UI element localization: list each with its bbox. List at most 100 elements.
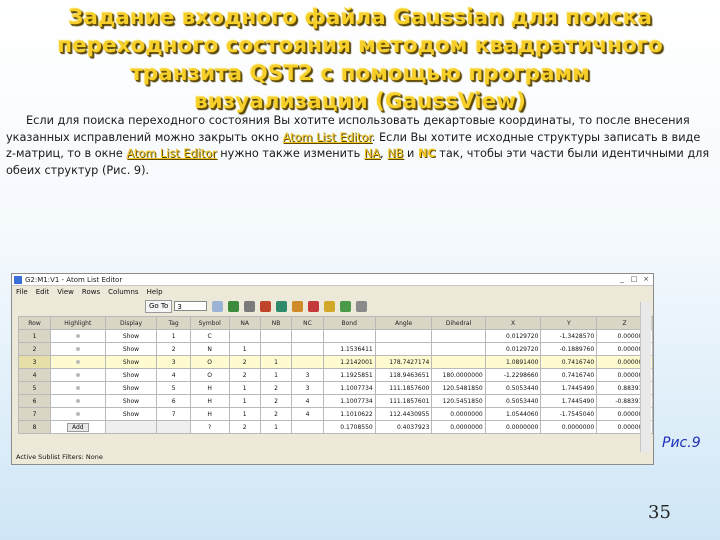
grid-cell[interactable]: 2 [259,394,293,408]
highlight-dot-icon[interactable] [75,411,80,416]
menu-edit[interactable]: Edit [36,288,50,296]
table-row[interactable]: 4 Show 4 O 2 1 3 1.1925851 118.9463651 180.000000… [17,368,653,382]
coordinate-cell[interactable]: 0.5053440 [484,394,542,408]
column-header[interactable]: X [484,316,542,330]
coordinate-cell[interactable]: 120.5481850 [431,381,486,395]
row-number[interactable]: 8 [17,420,52,434]
coordinate-cell[interactable] [431,355,486,369]
sort-icon[interactable] [292,300,304,312]
grid-cell[interactable]: H [189,407,230,421]
grid-cell[interactable]: 2 [228,368,261,382]
coordinate-cell[interactable]: 0.1708550 [322,420,376,434]
check-icon[interactable] [340,300,352,312]
table-row[interactable]: 5 Show 5 H 1 2 3 1.1007734 111.1857600 120.548185… [17,381,653,395]
grid-cell[interactable]: 1 [228,407,261,421]
maximize-button[interactable]: □ [629,275,639,284]
coordinate-cell[interactable]: 111.1857600 [374,381,433,395]
column-header[interactable]: NB [259,316,293,330]
column-header[interactable]: Y [540,316,598,330]
menu-rows[interactable]: Rows [82,288,100,296]
grid-cell[interactable]: O [189,368,230,382]
row-number[interactable]: 2 [17,342,52,356]
highlight-dot-icon[interactable] [75,346,80,351]
table-row[interactable]: 6 Show 6 H 1 2 4 1.1007734 111.1857601 120.545185… [17,394,653,408]
grid-cell[interactable] [156,420,191,434]
delete-icon[interactable] [244,300,256,312]
minimize-button[interactable]: _ [617,275,627,284]
coordinate-cell[interactable]: 118.9463651 [374,368,433,382]
highlight-cell[interactable] [50,355,106,369]
options-icon[interactable] [356,300,368,312]
highlight-dot-icon[interactable] [75,372,80,377]
coordinate-cell[interactable]: 0.7416740 [540,355,598,369]
column-header[interactable]: Angle [374,316,433,330]
close-button[interactable]: × [641,275,651,284]
table-row[interactable]: 7 Show 7 H 1 2 4 1.1010622 112.4430955 0.0000000 1… [17,407,653,421]
grid-cell[interactable]: 2 [259,407,293,421]
column-header[interactable]: Tag [156,316,191,330]
window-titlebar[interactable]: G2:M1:V1 - Atom List Editor _ □ × [12,274,653,286]
grid-cell[interactable] [291,420,324,434]
column-header[interactable]: Row [17,316,52,330]
highlight-cell[interactable]: Add [50,420,106,434]
grid-cell[interactable] [259,329,293,343]
arrow-down-icon[interactable] [228,300,240,312]
row-number[interactable]: 3 [17,355,52,369]
coordinate-cell[interactable]: 120.5451850 [431,394,486,408]
table-row[interactable]: 1 Show 1 C 0.0129720 -1.3428570 0.0000000 [17,329,653,343]
coordinate-cell[interactable]: -0.1889760 [540,342,598,356]
grid-cell[interactable]: 3 [156,355,191,369]
coordinate-cell[interactable]: 0.0129720 [484,342,542,356]
grid-cell[interactable]: Show [104,329,158,343]
column-header[interactable]: NC [291,316,324,330]
coordinate-cell[interactable] [374,329,433,343]
coordinate-cell[interactable]: 1.1007734 [322,394,376,408]
grid-cell[interactable]: Show [104,355,158,369]
coordinate-cell[interactable]: -1.7545040 [540,407,598,421]
remove-row-icon[interactable] [308,300,320,312]
grid-cell[interactable]: 6 [156,394,191,408]
insert-row-icon[interactable] [276,300,288,312]
coordinate-cell[interactable]: 0.4037923 [374,420,433,434]
menu-columns[interactable]: Columns [108,288,138,296]
grid-cell[interactable]: 2 [228,420,261,434]
coordinate-cell[interactable]: 178.7427174 [374,355,433,369]
menu-help[interactable]: Help [147,288,163,296]
table-row[interactable]: 8 Add? 2 1 0.1708550 0.4037923 0.0000000 0.0000… [17,420,653,434]
highlight-dot-icon[interactable] [75,398,80,403]
highlight-cell[interactable] [50,342,106,356]
coordinate-cell[interactable]: 0.0000000 [484,420,542,434]
column-header[interactable]: NA [228,316,261,330]
row-number[interactable]: 6 [17,394,52,408]
stepper-icon[interactable] [212,300,224,312]
grid-cell[interactable] [104,420,158,434]
coordinate-cell[interactable] [431,342,486,356]
grid-cell[interactable] [259,342,293,356]
coordinate-cell[interactable]: 0.0000000 [540,420,598,434]
highlight-cell[interactable] [50,329,106,343]
coordinate-cell[interactable]: 0.5053440 [484,381,542,395]
coordinate-cell[interactable]: 1.2142001 [322,355,376,369]
column-header[interactable]: Bond [322,316,376,330]
coordinate-cell[interactable]: 1.1010622 [322,407,376,421]
highlight-dot-icon[interactable] [75,385,80,390]
grid-cell[interactable]: 4 [291,407,324,421]
grid-cell[interactable] [291,342,324,356]
grid-cell[interactable]: H [189,394,230,408]
column-header[interactable]: Display [104,316,158,330]
row-number[interactable]: 1 [17,329,52,343]
coordinate-cell[interactable]: 0.0129720 [484,329,542,343]
grid-cell[interactable]: 1 [259,368,293,382]
grid-cell[interactable]: 5 [156,381,191,395]
grid-cell[interactable]: 1 [228,342,261,356]
column-header[interactable]: Dihedral [431,316,486,330]
grid-cell[interactable]: H [189,381,230,395]
table-row[interactable]: 3 Show 3 O 2 1 1.2142001 178.7427174 1.0891400 0.… [17,355,653,369]
coordinate-cell[interactable]: 1.0544060 [484,407,542,421]
coordinate-cell[interactable] [374,342,433,356]
coordinate-cell[interactable]: 0.0000000 [431,420,486,434]
grid-cell[interactable]: Show [104,394,158,408]
grid-cell[interactable]: ? [189,420,230,434]
grid-cell[interactable] [291,355,324,369]
coordinate-cell[interactable]: 180.0000000 [431,368,486,382]
